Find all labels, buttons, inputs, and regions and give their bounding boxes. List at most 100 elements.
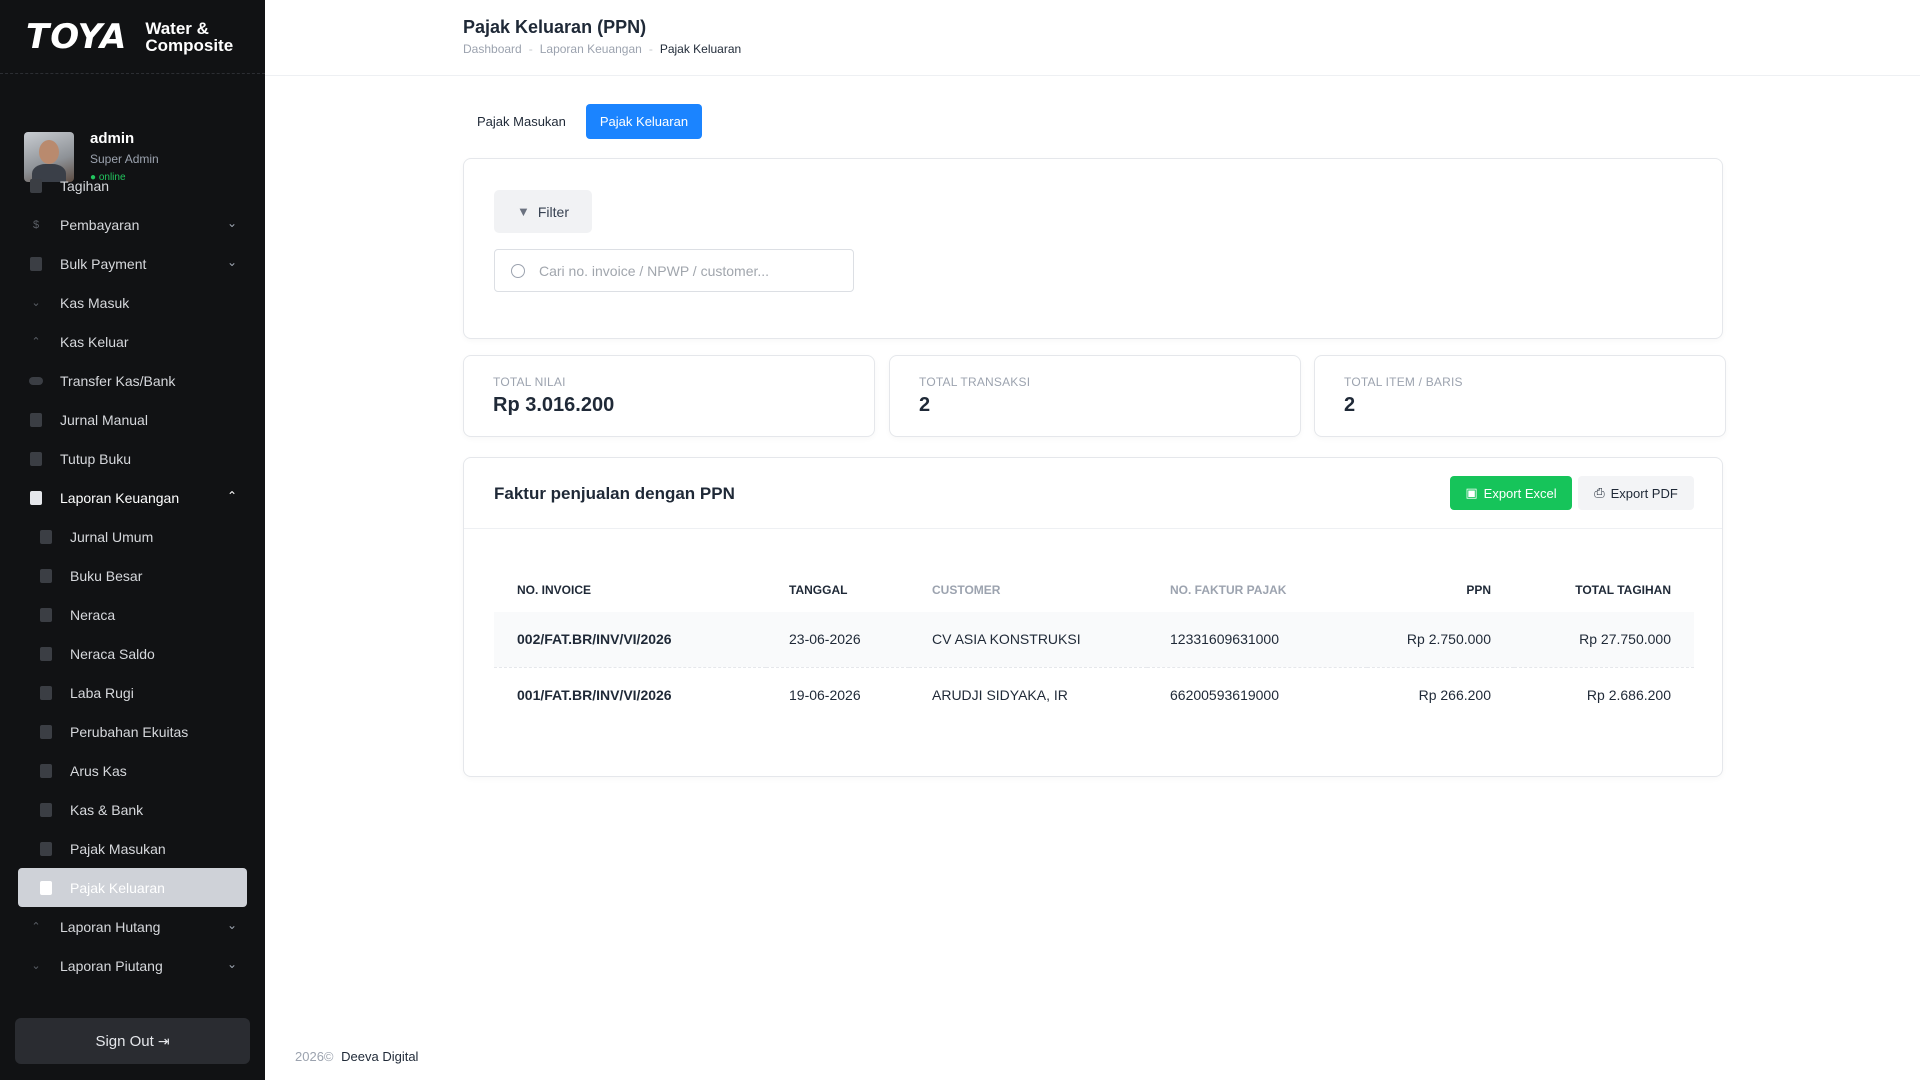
sidebar-item-perubahan-ekuitas[interactable]: Perubahan Ekuitas [0,712,265,751]
column-header-customer[interactable]: CUSTOMER [909,568,1147,612]
sidebar-item-label: Tagihan [60,177,110,194]
sidebar-item-label: Transfer Kas/Bank [60,372,176,389]
search-input[interactable] [539,262,839,279]
sidebar-item-label: Tutup Buku [60,450,132,467]
document-icon [38,607,54,623]
document-icon [38,724,54,740]
sidebar-item-laporan-piutang[interactable]: ⌄ Laporan Piutang ⌄ [0,946,265,985]
document-icon [28,412,44,428]
sidebar-item-label: Neraca [70,606,116,623]
table-card-header: Faktur penjualan dengan PPN ▣ Export Exc… [464,458,1722,529]
document-icon [38,568,54,584]
sidebar-item-tagihan[interactable]: Tagihan [0,166,265,205]
export-excel-label: Export Excel [1483,485,1557,501]
sidebar-item-laba-rugi[interactable]: Laba Rugi [0,673,265,712]
logout-icon: ⇥ [157,1032,170,1049]
sidebar-item-label: Laba Rugi [70,684,134,701]
sidebar-item-tutup-buku[interactable]: Tutup Buku [0,439,265,478]
tab-pajak-keluaran[interactable]: Pajak Keluaran [585,104,703,139]
sidebar-item-pajak-keluaran[interactable]: Pajak Keluaran [18,868,247,907]
calendar-icon [28,451,44,467]
sidebar-item-pajak-masukan[interactable]: Pajak Masukan [0,829,265,868]
chevron-down-icon: ⌄ [226,216,237,230]
column-header-tanggal[interactable]: TANGGAL [766,568,909,612]
sidebar-item-laporan-keuangan[interactable]: Laporan Keuangan ⌃ [0,478,265,517]
cell-ppn: Rp 2.750.000 [1367,612,1514,667]
column-header-ppn[interactable]: PPN [1367,568,1514,612]
table-row[interactable]: 001/FAT.BR/INV/VI/2026 19-06-2026 ARUDJI… [494,666,1694,722]
column-header-no-invoice[interactable]: NO. INVOICE [494,568,766,612]
document-icon [28,256,44,272]
tab-pajak-masukan[interactable]: Pajak Masukan [463,104,580,139]
dollar-icon: $ [32,218,40,231]
table-row[interactable]: 002/FAT.BR/INV/VI/2026 23-06-2026 CV ASI… [494,612,1694,667]
document-icon [38,841,54,857]
footer-year: 2026© [295,1049,334,1064]
arrow-up-icon: ⌃ [31,336,41,348]
sign-out-label: Sign Out [95,1032,154,1050]
sidebar-item-label: Arus Kas [70,762,127,779]
sidebar-item-kas-masuk[interactable]: ⌄ Kas Masuk [0,283,265,322]
sidebar-item-kas-keluar[interactable]: ⌃ Kas Keluar [0,322,265,361]
column-header-no-faktur-pajak[interactable]: NO. FAKTUR PAJAK [1147,568,1367,612]
sidebar-item-label: Jurnal Umum [70,528,154,545]
search-box [494,249,854,292]
sidebar-item-pembayaran[interactable]: $ Pembayaran ⌄ [0,205,265,244]
sidebar-item-label: Neraca Saldo [70,645,155,662]
brand[interactable]: TOYA Water & Composite [0,0,265,74]
sidebar-item-label: Kas & Bank [70,801,144,818]
stat-value: 2 [1344,394,1356,416]
stat-card-total-nilai: TOTAL NILAI Rp 3.016.200 [463,355,875,437]
cell-ppn: Rp 266.200 [1367,666,1514,722]
invoice-table-card: Faktur penjualan dengan PPN ▣ Export Exc… [463,457,1723,777]
sidebar-item-neraca[interactable]: Neraca [0,595,265,634]
document-icon [38,646,54,662]
sidebar-item-label: Perubahan Ekuitas [70,723,189,740]
chevron-down-icon: ⌄ [226,255,237,269]
sidebar-item-label: Jurnal Manual [60,411,148,428]
export-excel-button[interactable]: ▣ Export Excel [1450,476,1572,510]
page-header: Pajak Keluaran (PPN) Dashboard - Laporan… [265,0,1920,76]
tax-tabs: Pajak Masukan Pajak Keluaran [463,104,703,139]
footer-company-link[interactable]: Deeva Digital [341,1049,418,1064]
sidebar-item-neraca-saldo[interactable]: Neraca Saldo [0,634,265,673]
stat-card-total-item: TOTAL ITEM / BARIS 2 [1314,355,1726,437]
stat-value: 2 [919,394,931,416]
filter-card: ▼ Filter [463,158,1723,339]
sidebar-item-label: Kas Keluar [60,333,129,350]
sidebar-item-laporan-hutang[interactable]: ⌃ Laporan Hutang ⌄ [0,907,265,946]
column-header-total-tagihan[interactable]: TOTAL TAGIHAN [1514,568,1694,612]
document-icon [38,685,54,701]
user-name: admin [90,130,135,147]
sidebar-item-jurnal-manual[interactable]: Jurnal Manual [0,400,265,439]
filter-button[interactable]: ▼ Filter [494,190,592,233]
sidebar-item-buku-besar[interactable]: Buku Besar [0,556,265,595]
breadcrumb-laporan-keuangan[interactable]: Laporan Keuangan [540,42,642,56]
sidebar-item-jurnal-umum[interactable]: Jurnal Umum [0,517,265,556]
stat-label: TOTAL TRANSAKSI [919,375,1031,389]
sidebar-item-arus-kas[interactable]: Arus Kas [0,751,265,790]
arrow-down-icon: ⌄ [31,960,41,972]
filter-icon: ▼ [517,204,530,219]
sign-out-button[interactable]: Sign Out ⇥ [15,1018,250,1064]
chevron-down-icon: ⌄ [226,918,237,932]
brand-subtitle: Water & Composite [145,20,233,54]
export-pdf-label: Export PDF [1610,485,1678,501]
breadcrumb-separator: - [648,42,653,56]
sidebar-item-transfer-kas-bank[interactable]: Transfer Kas/Bank [0,361,265,400]
stat-label: TOTAL ITEM / BARIS [1344,375,1463,389]
breadcrumb-dashboard[interactable]: Dashboard [463,42,522,56]
arrow-down-icon: ⌄ [31,297,41,309]
footer: 2026© Deeva Digital [295,1049,418,1064]
toggle-icon [28,373,44,389]
arrow-up-icon: ⌃ [31,921,41,933]
stat-label: TOTAL NILAI [493,375,566,389]
cell-tanggal: 23-06-2026 [766,612,909,667]
cell-no-invoice: 001/FAT.BR/INV/VI/2026 [494,666,766,722]
sidebar-item-kas-bank[interactable]: Kas & Bank [0,790,265,829]
cell-no-faktur-pajak: 12331609631000 [1147,612,1367,667]
page-title: Pajak Keluaran (PPN) [463,17,647,37]
sidebar-nav: Tagihan $ Pembayaran ⌄ Bulk Payment ⌄ ⌄ Kas … [0,166,265,985]
export-pdf-button[interactable]: ⎙ Export PDF [1578,476,1694,510]
sidebar-item-bulk-payment[interactable]: Bulk Payment ⌄ [0,244,265,283]
